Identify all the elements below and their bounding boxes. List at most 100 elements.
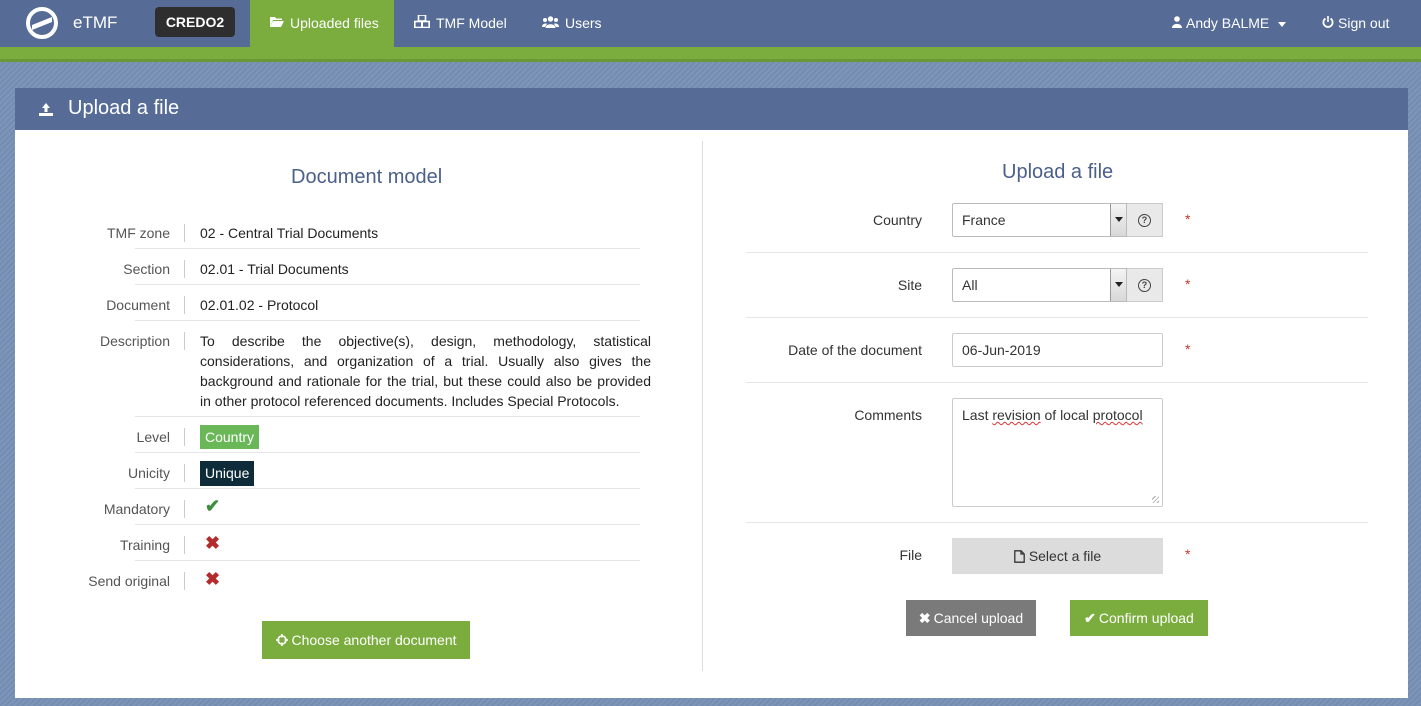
row-divider — [135, 560, 640, 561]
separator — [184, 332, 185, 350]
level-badge: Country — [200, 425, 260, 449]
site-label: Site — [897, 277, 922, 293]
form-divider — [746, 382, 1368, 383]
country-selected-value: France — [962, 212, 1006, 228]
level-label: Level — [136, 429, 170, 445]
caret-down-icon — [1278, 21, 1287, 27]
close-icon: ✖ — [918, 610, 931, 626]
dropdown-arrow-icon[interactable] — [1110, 204, 1126, 236]
check-icon: ✔ — [1084, 610, 1096, 626]
unicity-label: Unicity — [127, 465, 170, 481]
site-select[interactable]: All — [952, 268, 1127, 302]
document-value: 02.01.02 - Protocol — [200, 297, 319, 313]
upload-form-title: Upload a file — [1002, 161, 1114, 183]
upload-icon — [39, 103, 53, 116]
button-label: Confirm upload — [1098, 610, 1194, 626]
site-help-button[interactable]: ? — [1127, 268, 1163, 302]
separator — [184, 536, 185, 554]
user-icon — [1172, 1, 1182, 47]
cross-icon: ✖ — [205, 533, 221, 553]
button-label: Select a file — [1028, 548, 1102, 564]
nav-label: TMF Model — [436, 15, 507, 31]
sign-out-label: Sign out — [1338, 15, 1390, 31]
required-mark: * — [1185, 276, 1191, 292]
dropdown-arrow-icon[interactable] — [1110, 269, 1126, 301]
separator — [184, 224, 185, 242]
row-divider — [135, 488, 640, 489]
separator — [184, 572, 185, 590]
training-label: Training — [119, 537, 170, 553]
sign-out-link[interactable]: Sign out — [1322, 0, 1389, 47]
comments-textarea[interactable]: Last revision of local protocol — [952, 398, 1163, 507]
choose-another-document-button[interactable]: Choose another document — [262, 621, 470, 659]
button-label: Cancel upload — [933, 610, 1024, 626]
crosshairs-icon — [275, 622, 288, 660]
row-divider — [135, 524, 640, 525]
accent-bar — [0, 47, 1421, 62]
file-icon — [1013, 540, 1025, 576]
nav-uploaded-files[interactable]: Uploaded files — [250, 0, 394, 47]
column-divider — [702, 141, 703, 671]
folder-open-icon — [270, 1, 284, 47]
users-icon — [542, 1, 559, 47]
panel-title: Upload a file — [68, 97, 180, 119]
required-mark: * — [1185, 341, 1191, 357]
nav-tmf-model[interactable]: TMF Model — [414, 0, 507, 47]
required-mark: * — [1185, 211, 1191, 227]
description-label: Description — [99, 333, 170, 349]
country-help-button[interactable]: ? — [1127, 203, 1163, 237]
button-label: Choose another document — [291, 632, 457, 648]
comments-label: Comments — [854, 407, 922, 423]
country-select[interactable]: France — [952, 203, 1127, 237]
select-file-button[interactable]: Select a file — [952, 538, 1163, 574]
document-label: Document — [106, 297, 170, 313]
row-divider — [135, 284, 640, 285]
question-circle-icon: ? — [1138, 214, 1151, 227]
tmf-zone-value: 02 - Central Trial Documents — [200, 225, 379, 241]
resize-handle-icon[interactable] — [1152, 496, 1159, 503]
document-model-title: Document model — [291, 166, 443, 188]
question-circle-icon: ? — [1138, 279, 1151, 292]
separator — [184, 428, 185, 446]
top-navbar: eTMF CREDO2 Uploaded files TMF Model Use… — [0, 0, 1421, 47]
cubes-icon — [414, 1, 430, 47]
user-menu-dropdown[interactable]: Andy BALME — [1172, 0, 1287, 47]
cross-icon: ✖ — [205, 569, 221, 589]
section-label: Section — [123, 261, 170, 277]
separator — [184, 464, 185, 482]
section-value: 02.01 - Trial Documents — [200, 261, 349, 277]
user-name: Andy BALME — [1186, 15, 1270, 31]
tmf-zone-label: TMF zone — [106, 225, 170, 241]
confirm-upload-button[interactable]: ✔ Confirm upload — [1070, 600, 1208, 636]
cancel-upload-button[interactable]: ✖ Cancel upload — [906, 600, 1036, 636]
file-label: File — [899, 547, 922, 563]
row-divider — [135, 248, 640, 249]
nav-label: Uploaded files — [290, 15, 379, 31]
site-selected-value: All — [962, 277, 978, 293]
etmf-logo-icon[interactable] — [26, 7, 58, 39]
separator — [184, 296, 185, 314]
nav-users[interactable]: Users — [542, 0, 602, 47]
comments-text: Last revision of local protocol — [962, 407, 1143, 423]
separator — [184, 260, 185, 278]
form-divider — [746, 317, 1368, 318]
form-divider — [746, 252, 1368, 253]
row-divider — [135, 416, 640, 417]
row-divider — [135, 320, 640, 321]
power-icon — [1322, 1, 1334, 47]
check-icon: ✔ — [205, 496, 221, 516]
nav-label: Users — [565, 15, 602, 31]
row-divider — [135, 452, 640, 453]
separator — [184, 500, 185, 518]
document-date-input[interactable] — [952, 333, 1163, 367]
country-label: Country — [872, 212, 922, 228]
date-label: Date of the document — [788, 342, 922, 358]
brand-name[interactable]: eTMF — [73, 13, 117, 33]
form-divider — [746, 522, 1368, 523]
description-value: To describe the objective(s), design, me… — [200, 333, 651, 409]
study-badge[interactable]: CREDO2 — [155, 7, 235, 37]
unicity-badge: Unique — [200, 461, 255, 486]
mandatory-label: Mandatory — [103, 501, 170, 517]
send-original-label: Send original — [88, 573, 170, 589]
panel-header: Upload a file — [15, 88, 1408, 130]
